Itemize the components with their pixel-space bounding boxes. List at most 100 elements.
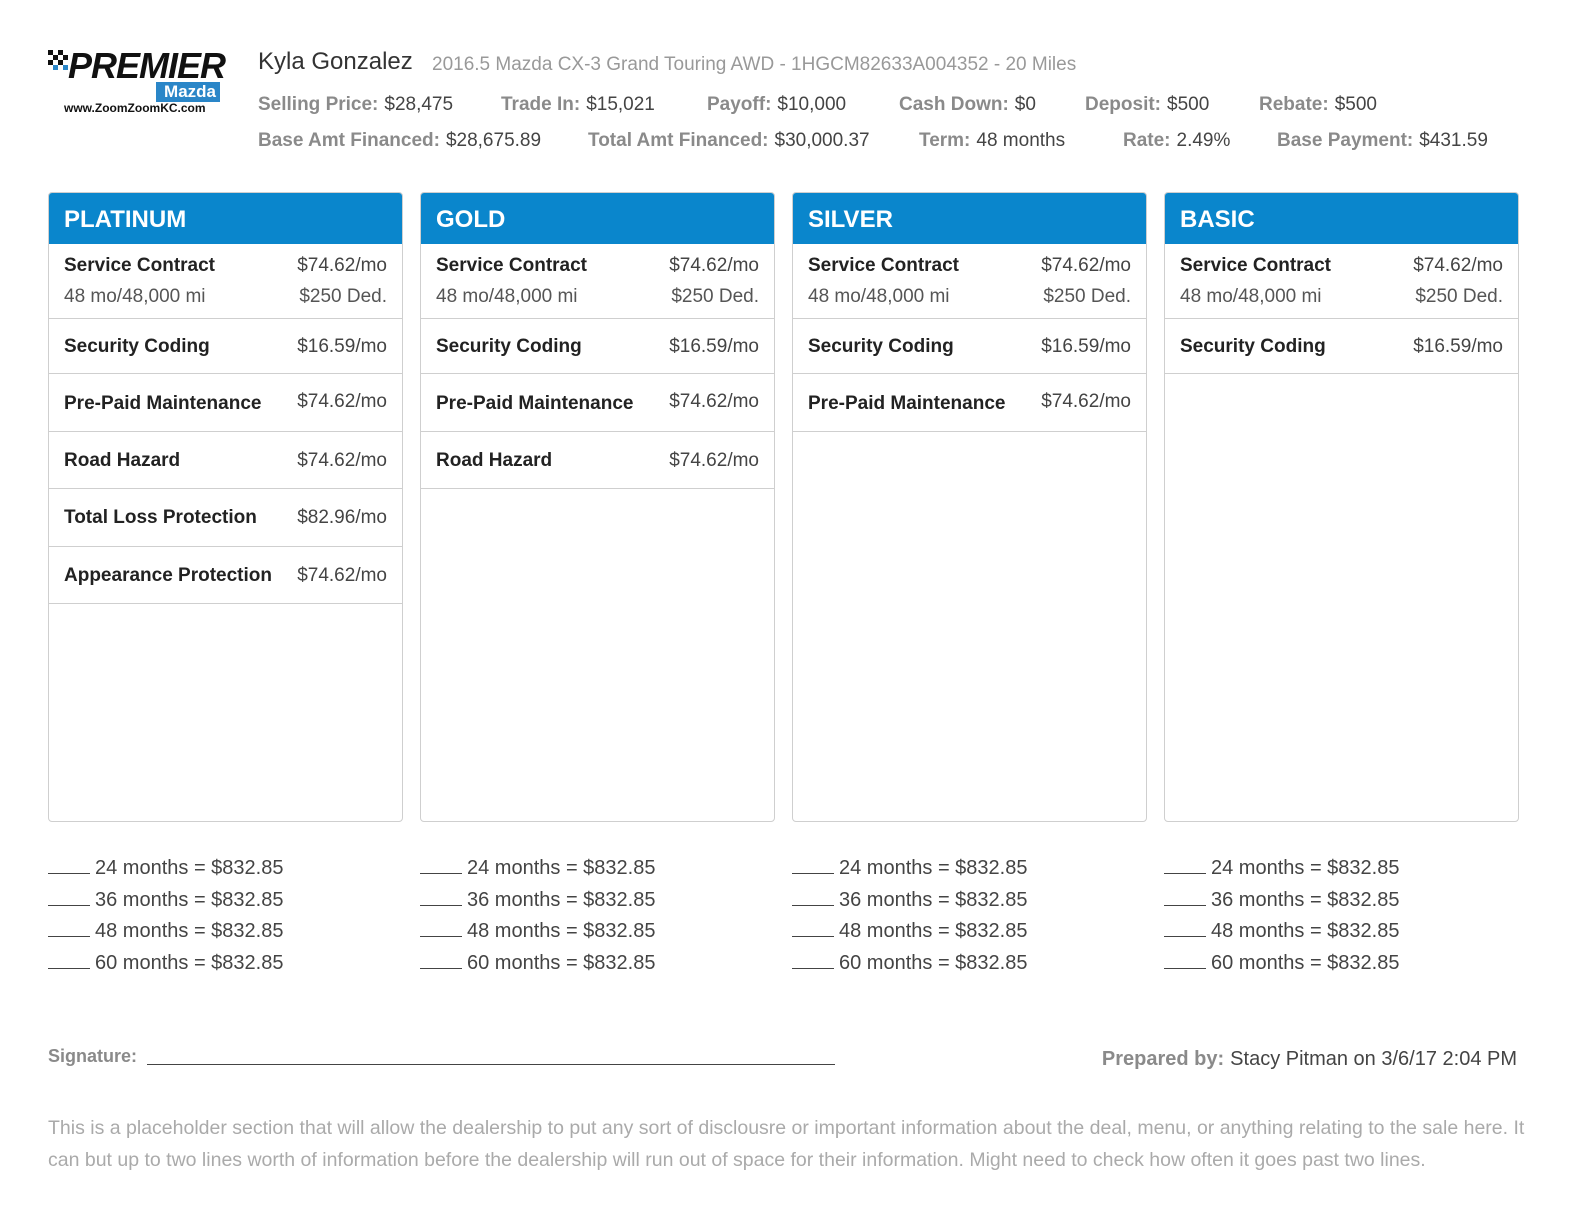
product-row-pre-paid-maintenance[interactable]: Pre-Paid Maintenance $74.62/mo	[421, 374, 774, 432]
service-contract-coverage: 48 mo/48,000 mi	[1180, 286, 1322, 307]
selection-blank[interactable]	[420, 891, 462, 906]
term-option[interactable]: 36 months = $832.85	[48, 888, 408, 920]
product-price: $16.59/mo	[1041, 336, 1131, 357]
product-row-total-loss-protection[interactable]: Total Loss Protection $82.96/mo	[49, 489, 402, 547]
selling-price-label: Selling Price:	[258, 94, 379, 115]
term-option-text: 36 months = $832.85	[1211, 888, 1400, 911]
product-name: Appearance Protection	[64, 564, 272, 586]
service-contract-name: Service Contract	[808, 255, 960, 276]
dealer-logo: PREMIER Mazda www.ZoomZoomKC.com	[48, 46, 226, 118]
selection-blank[interactable]	[48, 891, 90, 906]
deposit: Deposit: $500	[1085, 94, 1209, 116]
product-name: Road Hazard	[436, 449, 553, 471]
base-payment-value: $431.59	[1419, 130, 1488, 151]
package-title: PLATINUM	[49, 193, 402, 244]
product-price: $16.59/mo	[297, 336, 387, 357]
product-row-pre-paid-maintenance[interactable]: Pre-Paid Maintenance $74.62/mo	[793, 374, 1146, 432]
package-card-basic[interactable]: BASIC Service Contract $74.62/mo 48 mo/4…	[1164, 192, 1519, 822]
selection-blank[interactable]	[420, 859, 462, 874]
term-option[interactable]: 48 months = $832.85	[1164, 919, 1524, 951]
selection-blank[interactable]	[1164, 922, 1206, 937]
selection-blank[interactable]	[1164, 891, 1206, 906]
term-option-text: 60 months = $832.85	[467, 951, 656, 974]
term-option[interactable]: 36 months = $832.85	[792, 888, 1152, 920]
trade-in-value: $15,021	[586, 94, 655, 115]
service-contract-row[interactable]: Service Contract $74.62/mo 48 mo/48,000 …	[793, 244, 1146, 319]
service-contract-name: Service Contract	[436, 255, 588, 276]
service-contract-row[interactable]: Service Contract $74.62/mo 48 mo/48,000 …	[1165, 244, 1518, 319]
trade-in: Trade In: $15,021	[501, 94, 655, 116]
product-name: Security Coding	[1180, 336, 1326, 357]
term-options-silver: 24 months = $832.85 36 months = $832.85 …	[792, 856, 1152, 982]
rebate-label: Rebate:	[1259, 94, 1329, 115]
product-row-security-coding[interactable]: Security Coding $16.59/mo	[49, 319, 402, 374]
term-option[interactable]: 60 months = $832.85	[48, 951, 408, 983]
term-option[interactable]: 48 months = $832.85	[420, 919, 780, 951]
term-option-text: 60 months = $832.85	[95, 951, 284, 974]
base-amt-financed-label: Base Amt Financed:	[258, 130, 440, 151]
product-row-pre-paid-maintenance[interactable]: Pre-Paid Maintenance $74.62/mo	[49, 374, 402, 432]
term-option[interactable]: 24 months = $832.85	[420, 856, 780, 888]
product-row-security-coding[interactable]: Security Coding $16.59/mo	[421, 319, 774, 374]
selection-blank[interactable]	[792, 891, 834, 906]
term: Term: 48 months	[919, 130, 1065, 152]
product-row-appearance-protection[interactable]: Appearance Protection $74.62/mo	[49, 547, 402, 604]
selection-blank[interactable]	[1164, 859, 1206, 874]
term-option[interactable]: 60 months = $832.85	[1164, 951, 1524, 983]
product-row-security-coding[interactable]: Security Coding $16.59/mo	[793, 319, 1146, 374]
service-contract-row[interactable]: Service Contract $74.62/mo 48 mo/48,000 …	[421, 244, 774, 319]
service-contract-price: $74.62/mo	[1041, 255, 1131, 276]
selection-blank[interactable]	[420, 922, 462, 937]
term-option[interactable]: 24 months = $832.85	[792, 856, 1152, 888]
package-card-platinum[interactable]: PLATINUM Service Contract $74.62/mo 48 m…	[48, 192, 403, 822]
selection-blank[interactable]	[1164, 954, 1206, 969]
package-card-silver[interactable]: SILVER Service Contract $74.62/mo 48 mo/…	[792, 192, 1147, 822]
term-option[interactable]: 48 months = $832.85	[792, 919, 1152, 951]
product-price: $82.96/mo	[297, 507, 387, 528]
selection-blank[interactable]	[792, 954, 834, 969]
term-option[interactable]: 60 months = $832.85	[792, 951, 1152, 983]
term-option-text: 24 months = $832.85	[839, 857, 1028, 879]
package-title: GOLD	[421, 193, 774, 244]
service-contract-row[interactable]: Service Contract $74.62/mo 48 mo/48,000 …	[49, 244, 402, 319]
rebate-value: $500	[1334, 94, 1377, 115]
term-value: 48 months	[976, 130, 1066, 151]
term-option-text: 24 months = $832.85	[1211, 857, 1400, 879]
product-row-road-hazard[interactable]: Road Hazard $74.62/mo	[49, 432, 402, 489]
term-option[interactable]: 48 months = $832.85	[48, 919, 408, 951]
trade-in-label: Trade In:	[501, 94, 581, 115]
product-row-security-coding[interactable]: Security Coding $16.59/mo	[1165, 319, 1518, 374]
selection-blank[interactable]	[48, 922, 90, 937]
term-label: Term:	[919, 130, 971, 151]
product-row-road-hazard[interactable]: Road Hazard $74.62/mo	[421, 432, 774, 489]
product-price: $74.62/mo	[297, 564, 387, 586]
selection-blank[interactable]	[48, 954, 90, 969]
service-contract-name: Service Contract	[1180, 255, 1332, 276]
service-contract-deductible: $250 Ded.	[1415, 286, 1503, 307]
customer-name: Kyla Gonzalez	[258, 48, 413, 75]
product-price: $74.62/mo	[297, 391, 387, 412]
package-card-gold[interactable]: GOLD Service Contract $74.62/mo 48 mo/48…	[420, 192, 775, 822]
term-option[interactable]: 24 months = $832.85	[48, 856, 408, 888]
signature-line[interactable]	[147, 1064, 835, 1065]
selection-blank[interactable]	[792, 922, 834, 937]
payoff: Payoff: $10,000	[707, 94, 846, 116]
selection-blank[interactable]	[48, 859, 90, 874]
term-option-text: 24 months = $832.85	[95, 857, 284, 879]
selection-blank[interactable]	[792, 859, 834, 874]
term-option-text: 36 months = $832.85	[95, 888, 284, 911]
logo-url: www.ZoomZoomKC.com	[64, 101, 206, 115]
signature-label: Signature:	[48, 1046, 138, 1066]
disclosure-text: This is a placeholder section that will …	[48, 1117, 1525, 1171]
term-option[interactable]: 24 months = $832.85	[1164, 856, 1524, 888]
service-contract-deductible: $250 Ded.	[1043, 286, 1131, 307]
service-contract-price: $74.62/mo	[297, 255, 387, 276]
term-option[interactable]: 60 months = $832.85	[420, 951, 780, 983]
term-option[interactable]: 36 months = $832.85	[1164, 888, 1524, 920]
product-name: Total Loss Protection	[64, 507, 257, 528]
selection-blank[interactable]	[420, 954, 462, 969]
checkered-flag-icon	[48, 50, 68, 70]
term-option[interactable]: 36 months = $832.85	[420, 888, 780, 920]
deposit-label: Deposit:	[1085, 94, 1161, 115]
vehicle-description: 2016.5 Mazda CX-3 Grand Touring AWD - 1H…	[432, 54, 1077, 75]
